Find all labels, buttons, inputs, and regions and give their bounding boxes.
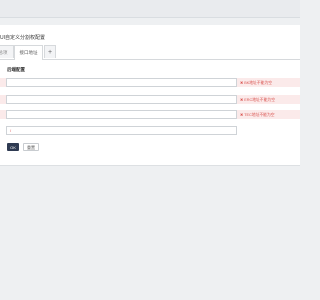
error-text: TEC地址不能为空 xyxy=(244,113,275,117)
add-tab-button[interactable]: + xyxy=(44,45,56,58)
reset-button[interactable]: 重置 xyxy=(23,143,39,151)
erc-address-input[interactable] xyxy=(6,95,237,104)
tab-bar: 总项 接口地址 + xyxy=(0,45,300,60)
error-message: ✖TEC地址不能为空 xyxy=(240,112,275,118)
tec-address-input[interactable] xyxy=(6,110,237,119)
top-bar xyxy=(0,0,300,18)
tab-overview[interactable]: 总项 xyxy=(0,45,14,58)
path-input[interactable] xyxy=(6,126,237,135)
error-message: ✖ERC地址不能为空 xyxy=(240,97,275,103)
form-row-tec: ✖TEC地址不能为空 xyxy=(0,110,300,119)
tab-interface-address[interactable]: 接口地址 xyxy=(14,45,43,60)
ok-button[interactable]: OK xyxy=(7,143,19,151)
form-row-path xyxy=(0,126,300,135)
config-panel: UI自定义分割权配置 总项 接口地址 + 后端配置 ✖BK地址不能为空 ✖ERC… xyxy=(0,25,300,166)
error-x-icon: ✖ xyxy=(240,81,244,85)
section-title: 后端配置 xyxy=(7,67,25,72)
bk-address-input[interactable] xyxy=(6,78,237,87)
form-row-erc: ✖ERC地址不能为空 xyxy=(0,95,300,104)
error-text: BK地址不能为空 xyxy=(244,81,273,85)
page-title: UI自定义分割权配置 xyxy=(0,35,46,41)
error-message: ✖BK地址不能为空 xyxy=(240,80,272,86)
error-x-icon: ✖ xyxy=(240,98,244,102)
error-text: ERC地址不能为空 xyxy=(244,98,275,102)
form-row-bk: ✖BK地址不能为空 xyxy=(0,78,300,87)
error-x-icon: ✖ xyxy=(240,113,244,117)
